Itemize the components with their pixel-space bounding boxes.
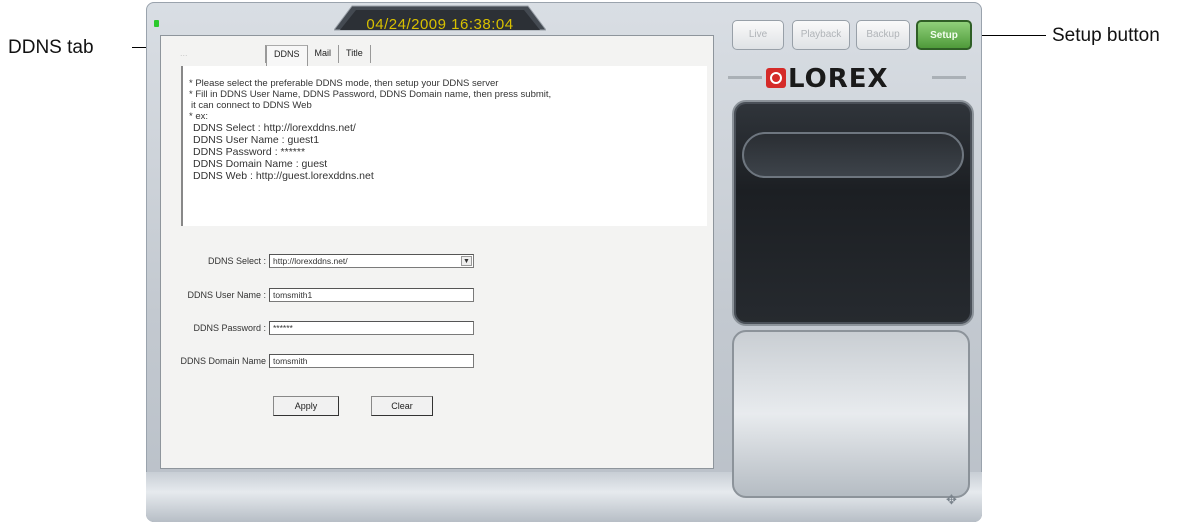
help-text-box: * Please select the preferable DDNS mode… <box>181 66 707 226</box>
lorex-logo-icon <box>766 68 786 88</box>
display-slot <box>742 132 964 178</box>
tab-ddns[interactable]: DDNS <box>266 45 308 66</box>
tab-title[interactable]: Title <box>339 45 371 63</box>
help-line: DDNS Password : ****** <box>193 146 306 158</box>
ddns-select-value: http://lorexddns.net/ <box>273 256 348 266</box>
ddns-domain-field[interactable]: tomsmith <box>269 354 474 368</box>
ddns-domain-row: DDNS Domain Name tomsmith <box>161 354 713 370</box>
tab-hidden[interactable]: ... <box>173 45 266 63</box>
resize-grip-icon[interactable]: ✥ <box>946 494 960 508</box>
ddns-username-label: DDNS User Name : <box>187 290 266 300</box>
tab-mail[interactable]: Mail <box>308 45 340 63</box>
datetime-display: 04/24/2009 16:38:04 <box>366 16 514 33</box>
brand-logo: LOREX <box>788 64 889 94</box>
logo-divider <box>728 76 762 79</box>
logo-divider <box>932 76 966 79</box>
settings-panel: ... DDNS Mail Title * Please select the … <box>160 35 714 469</box>
setup-button-callout-line <box>974 35 1046 36</box>
help-line: DDNS Select : http://lorexddns.net/ <box>193 122 356 134</box>
clear-button[interactable]: Clear <box>371 396 433 416</box>
tab-bar: ... DDNS Mail Title <box>173 45 371 66</box>
brand-logo-area: LOREX <box>728 64 968 94</box>
help-line: DDNS User Name : guest1 <box>193 134 320 146</box>
app-window: 04/24/2009 16:38:04 ... DDNS Mail Title … <box>146 2 982 522</box>
ddns-select-label: DDNS Select : <box>207 256 266 266</box>
help-line: it can connect to DDNS Web <box>191 100 312 111</box>
setup-button[interactable]: Setup <box>916 20 972 50</box>
ddns-password-field[interactable]: ****** <box>269 321 474 335</box>
ddns-username-field[interactable]: tomsmith1 <box>269 288 474 302</box>
setup-button-callout-label: Setup button <box>1052 25 1160 46</box>
chevron-down-icon[interactable]: ▼ <box>461 256 472 266</box>
ddns-password-label: DDNS Password : <box>193 323 266 333</box>
apply-button[interactable]: Apply <box>273 396 339 416</box>
help-line: DDNS Web : http://guest.lorexddns.net <box>193 170 374 182</box>
status-led <box>154 20 159 27</box>
help-line: DDNS Domain Name : guest <box>193 158 328 170</box>
ddns-tab-callout-label: DDNS tab <box>8 37 94 58</box>
ddns-select-dropdown[interactable]: http://lorexddns.net/ ▼ <box>269 254 474 268</box>
backup-button[interactable]: Backup <box>856 20 910 50</box>
help-line: * ex: <box>189 111 209 122</box>
date-banner: 04/24/2009 16:38:04 <box>334 2 546 33</box>
ddns-select-row: DDNS Select : http://lorexddns.net/ ▼ <box>161 254 713 270</box>
ddns-username-row: DDNS User Name : tomsmith1 <box>161 288 713 304</box>
help-line: * Please select the preferable DDNS mode… <box>189 78 499 89</box>
playback-button[interactable]: Playback <box>792 20 850 50</box>
control-display-panel <box>732 100 974 326</box>
ddns-password-row: DDNS Password : ****** <box>161 321 713 337</box>
lower-control-panel <box>732 330 970 498</box>
help-line: * Fill in DDNS User Name, DDNS Password,… <box>189 89 552 100</box>
live-button[interactable]: Live <box>732 20 784 50</box>
ddns-domain-label: DDNS Domain Name <box>180 356 266 366</box>
